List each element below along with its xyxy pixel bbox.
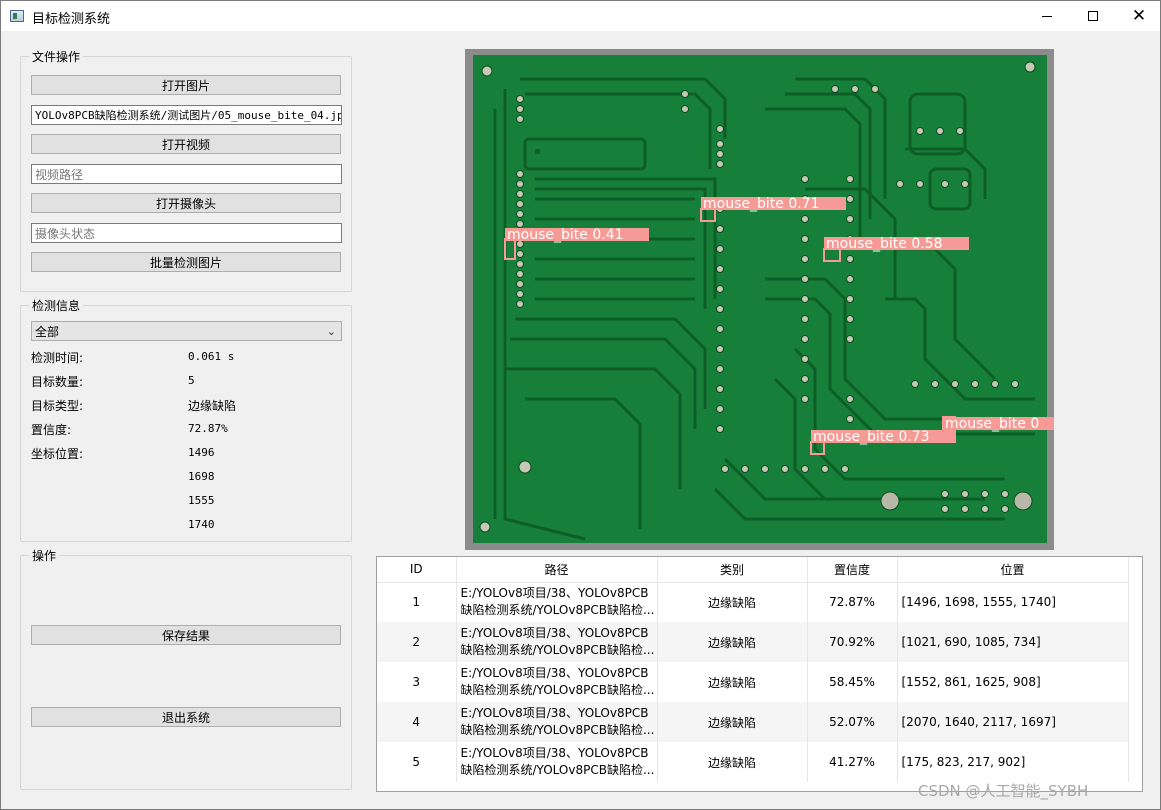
close-icon: ✕ [1131,5,1147,26]
batch-detect-button[interactable]: 批量检测图片 [31,252,341,272]
cell-id: 5 [377,742,457,782]
cell-path-line2: 缺陷检测系统/YOLOv8PCB缺陷检... [460,763,655,777]
cell-confidence: 70.92% [807,622,898,662]
table-row[interactable]: 4 E:/YOLOv8项目/38、YOLOv8PCB 缺陷检测系统/YOLOv8P… [377,702,1129,742]
table-header-row: ID 路径 类别 置信度 位置 [377,557,1129,583]
cell-category: 边缘缺陷 [657,702,808,742]
open-video-button[interactable]: 打开视频 [31,134,341,154]
cell-position: [1496, 1698, 1555, 1740] [897,582,1129,622]
target-select[interactable]: 全部 ⌄ [31,321,342,341]
title-bar: 目标检测系统 ✕ [1,1,1160,31]
target-type-label: 目标类型: [31,399,84,413]
cell-id: 1 [377,582,457,622]
watermark: CSDN @人工智能_SYBH [918,782,1089,800]
cell-path: E:/YOLOv8项目/38、YOLOv8PCB 缺陷检测系统/YOLOv8PCB… [456,582,658,622]
detection-info-title: 检测信息 [29,297,84,314]
position-label: 坐标位置: [31,447,84,461]
confidence-label: 置信度: [31,423,72,437]
app-icon [10,10,24,22]
cell-path: E:/YOLOv8项目/38、YOLOv8PCB 缺陷检测系统/YOLOv8PCB… [456,622,658,662]
cell-path: E:/YOLOv8项目/38、YOLOv8PCB 缺陷检测系统/YOLOv8PCB… [456,662,658,702]
cell-position: [2070, 1640, 2117, 1697] [897,702,1129,742]
cell-path-line1: E:/YOLOv8项目/38、YOLOv8PCB [460,666,649,680]
cell-category: 边缘缺陷 [657,662,808,702]
header-confidence[interactable]: 置信度 [807,557,898,583]
results-table[interactable]: ID 路径 类别 置信度 位置 1 E:/YOLOv8项目/38、YOLOv8P… [376,556,1143,792]
header-position[interactable]: 位置 [897,557,1129,583]
cell-id: 4 [377,702,457,742]
position-xmin: 1496 [188,446,215,459]
save-results-button[interactable]: 保存结果 [31,625,341,645]
table-row[interactable]: 3 E:/YOLOv8项目/38、YOLOv8PCB 缺陷检测系统/YOLOv8P… [377,662,1129,702]
target-count-label: 目标数量: [31,375,84,389]
confidence-value: 72.87% [188,422,228,435]
cell-path-line2: 缺陷检测系统/YOLOv8PCB缺陷检... [460,603,655,618]
exit-system-button[interactable]: 退出系统 [31,707,341,727]
detection-label-1: mouse_bite 0.41 [507,227,623,243]
app-window: 目标检测系统 ✕ 文件操作 打开图片 YOLOv8PCB缺陷检测系统/测试图片/… [0,0,1161,810]
cell-path: E:/YOLOv8项目/38、YOLOv8PCB 缺陷检测系统/YOLOv8PCB… [456,742,658,782]
open-camera-button[interactable]: 打开摄像头 [31,193,341,213]
cell-path-line1: E:/YOLOv8项目/38、YOLOv8PCB [460,746,649,760]
header-category[interactable]: 类别 [657,557,808,583]
cell-category: 边缘缺陷 [657,622,808,662]
open-image-button[interactable]: 打开图片 [31,75,341,95]
cell-path-line1: E:/YOLOv8项目/38、YOLOv8PCB [460,586,649,601]
cell-confidence: 41.27% [807,742,898,782]
cell-category: 边缘缺陷 [657,742,808,782]
minimize-icon [1042,15,1052,17]
pcb-image: mouse_bite 0.41 mouse_bite 0.71 mouse_bi… [473,55,1054,543]
video-path-field[interactable]: 视频路径 [31,164,342,184]
cell-path-line2: 缺陷检测系统/YOLOv8PCB缺陷检... [460,723,655,737]
window-title: 目标检测系统 [32,12,111,27]
table-row[interactable]: 5 E:/YOLOv8项目/38、YOLOv8PCB 缺陷检测系统/YOLOv8P… [377,742,1129,782]
pcb-pads-area [535,149,540,154]
operations-group: 操作 [20,547,352,790]
header-path[interactable]: 路径 [456,557,658,583]
cell-path-line2: 缺陷检测系统/YOLOv8PCB缺陷检... [460,683,655,697]
detection-label-4: mouse_bite 0.73 [813,429,929,445]
maximize-icon [1088,11,1098,21]
cell-path: E:/YOLOv8项目/38、YOLOv8PCB 缺陷检测系统/YOLOv8PCB… [456,702,658,742]
cell-id: 3 [377,662,457,702]
detect-time-label: 检测时间: [31,351,84,365]
position-ymin: 1698 [188,470,215,483]
cell-category: 边缘缺陷 [657,582,808,622]
position-ymax: 1740 [188,518,215,531]
cell-position: [1021, 690, 1085, 734] [897,622,1129,662]
header-id[interactable]: ID [377,557,457,583]
operations-title: 操作 [29,547,60,564]
cell-position: [1552, 861, 1625, 908] [897,662,1129,702]
cell-path-line2: 缺陷检测系统/YOLOv8PCB缺陷检... [460,643,655,657]
cell-id: 2 [377,622,457,662]
target-select-value: 全部 [35,324,60,339]
table-row[interactable]: 1 E:/YOLOv8项目/38、YOLOv8PCB 缺陷检测系统/YOLOv8P… [377,582,1129,622]
position-xmax: 1555 [188,494,215,507]
file-operations-title: 文件操作 [29,48,84,65]
close-button[interactable]: ✕ [1116,1,1161,31]
cell-path-line1: E:/YOLOv8项目/38、YOLOv8PCB [460,706,649,720]
target-type-value: 边缘缺陷 [188,399,237,413]
detection-label-5: mouse_bite 0 [945,416,1039,432]
cell-confidence: 72.87% [807,582,898,622]
image-path-field[interactable]: YOLOv8PCB缺陷检测系统/测试图片/05_mouse_bite_04.jp… [31,105,342,125]
cell-confidence: 58.45% [807,662,898,702]
chevron-down-icon: ⌄ [326,325,336,338]
cell-path-line1: E:/YOLOv8项目/38、YOLOv8PCB [460,626,649,640]
detection-label-2: mouse_bite 0.71 [703,196,819,212]
maximize-button[interactable] [1070,1,1116,31]
minimize-button[interactable] [1024,1,1070,31]
detection-label-3: mouse_bite 0.58 [826,236,942,252]
cell-confidence: 52.07% [807,702,898,742]
detection-image: mouse_bite 0.41 mouse_bite 0.71 mouse_bi… [465,49,1054,550]
detect-time-value: 0.061 s [188,350,235,363]
table-row[interactable]: 2 E:/YOLOv8项目/38、YOLOv8PCB 缺陷检测系统/YOLOv8P… [377,622,1129,662]
cell-position: [175, 823, 217, 902] [897,742,1129,782]
target-count-value: 5 [188,374,195,387]
camera-status-field[interactable]: 摄像头状态 [31,223,342,243]
